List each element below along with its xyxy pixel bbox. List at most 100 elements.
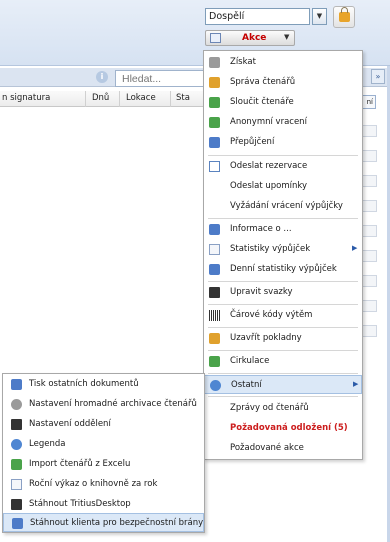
menu-item-requested-holds[interactable]: Požadovaná odložení (5) — [204, 419, 362, 438]
merge-readers-icon — [209, 97, 220, 108]
menu-item-label: Přepůjčení — [230, 137, 275, 147]
actions-menu: Získat Správa čtenářů Sloučit čtenáře An… — [203, 50, 363, 460]
readers-icon — [209, 77, 220, 88]
menu-item-circulation[interactable]: Cirkulace — [204, 352, 362, 371]
table-header: n signatura Dnů Lokace Sta — [0, 91, 206, 107]
actions-button-label: Akce — [242, 33, 267, 43]
submenu-item-annual-report[interactable]: Roční výkaz o knihovně za rok — [3, 475, 204, 494]
download-icon — [12, 518, 23, 529]
anonymous-return-icon — [209, 117, 220, 128]
submenu-item-label: Stáhnout klienta pro bezpečnostní brány — [30, 518, 204, 528]
menu-item-acquire[interactable]: Získat — [204, 53, 362, 72]
right-panel-row — [362, 150, 377, 162]
menu-item-label: Informace o ... — [230, 224, 292, 234]
menu-separator — [208, 373, 358, 374]
search-input[interactable] — [115, 70, 205, 87]
submenu-item-download-gate-client[interactable]: Stáhnout klienta pro bezpečnostní brány — [3, 513, 204, 532]
terminal-icon — [11, 499, 22, 510]
submenu-item-label: Nastavení oddělení — [29, 419, 111, 429]
menu-item-send-reminders[interactable]: Odeslat upomínky — [204, 177, 362, 196]
menu-item-anonymous-return[interactable]: Anonymní vracení — [204, 113, 362, 132]
menu-item-information[interactable]: Informace o ... — [204, 220, 362, 239]
right-panel-row — [362, 225, 377, 237]
menu-separator — [208, 396, 358, 397]
info-icon[interactable]: i — [96, 71, 108, 83]
menu-separator — [208, 327, 358, 328]
document-icon — [209, 244, 220, 255]
submenu-item-import-excel[interactable]: Import čtenářů z Excelu — [3, 455, 204, 474]
expand-right-button[interactable]: » — [371, 69, 385, 84]
submenu-item-department-settings[interactable]: Nastavení oddělení — [3, 415, 204, 434]
column-header-days[interactable]: Dnů — [92, 93, 109, 103]
home-icon — [11, 419, 22, 430]
edit-volumes-icon — [209, 287, 220, 298]
menu-item-barcodes[interactable]: Čárové kódy výtěm — [204, 306, 362, 325]
excel-icon — [11, 459, 22, 470]
right-panel-row — [362, 275, 377, 287]
right-panel-row — [362, 125, 377, 137]
menu-separator — [208, 350, 358, 351]
submenu-item-label: Roční výkaz o knihovně za rok — [29, 479, 158, 489]
submenu-item-print-documents[interactable]: Tisk ostatních dokumentů — [3, 375, 204, 394]
submenu-item-label: Import čtenářů z Excelu — [29, 459, 131, 469]
column-header-signature[interactable]: n signatura — [2, 93, 50, 103]
menu-item-label: Denní statistiky výpůjček — [230, 264, 337, 274]
submenu-item-archive-settings[interactable]: Nastavení hromadné archivace čtenářů — [3, 395, 204, 414]
menu-item-reader-messages[interactable]: Zprávy od čtenářů — [204, 399, 362, 418]
submenu-item-label: Legenda — [29, 439, 66, 449]
calendar-icon — [209, 264, 220, 275]
menu-item-readers[interactable]: Správa čtenářů — [204, 73, 362, 92]
menu-item-reloan[interactable]: Přepůjčení — [204, 133, 362, 152]
age-group-select[interactable]: Dospělí — [205, 8, 310, 25]
column-separator — [85, 91, 86, 107]
menu-separator — [208, 281, 358, 282]
column-header-status[interactable]: Sta — [176, 93, 190, 103]
submenu-item-label: Nastavení hromadné archivace čtenářů — [29, 399, 197, 409]
column-separator — [119, 91, 120, 107]
actions-button[interactable]: Akce ▼ — [205, 30, 295, 46]
menu-item-send-reservations[interactable]: Odeslat rezervace — [204, 157, 362, 176]
menu-item-label: Zprávy od čtenářů — [230, 403, 309, 413]
menu-item-label: Odeslat upomínky — [230, 181, 308, 191]
submenu-item-label: Tisk ostatních dokumentů — [29, 379, 139, 389]
submenu-arrow-icon: ▶ — [353, 380, 359, 388]
other-submenu: Tisk ostatních dokumentů Nastavení hroma… — [2, 373, 205, 533]
submenu-arrow-icon: ▶ — [352, 244, 358, 252]
menu-item-requested-actions[interactable]: Požadované akce — [204, 439, 362, 458]
menu-item-close-registers[interactable]: Uzavřít pokladny — [204, 329, 362, 348]
menu-item-loan-statistics[interactable]: Statistiky výpůjček ▶ — [204, 240, 362, 259]
menu-item-label: Čárové kódy výtěm — [230, 310, 313, 320]
lock-icon — [339, 7, 350, 22]
lock-button[interactable] — [333, 6, 355, 28]
acquire-icon — [209, 57, 220, 68]
menu-item-label: Cirkulace — [230, 356, 270, 366]
submenu-item-label: Stáhnout TritiusDesktop — [29, 499, 131, 509]
menu-separator — [208, 304, 358, 305]
barcode-icon — [209, 310, 220, 321]
reloan-icon — [209, 137, 220, 148]
menu-item-merge-readers[interactable]: Sloučit čtenáře — [204, 93, 362, 112]
menu-item-request-return[interactable]: Vyžádání vrácení výpůjčky — [204, 197, 362, 216]
column-separator — [170, 91, 171, 107]
mail-icon — [209, 161, 220, 172]
select-dropdown-button[interactable]: ▼ — [312, 8, 327, 25]
print-icon — [209, 224, 220, 235]
submenu-item-legend[interactable]: Legenda — [3, 435, 204, 454]
gear-icon — [11, 399, 22, 410]
menu-item-label: Sloučit čtenáře — [230, 97, 294, 107]
column-header-location[interactable]: Lokace — [126, 93, 156, 103]
menu-item-label: Požadovaná odložení (5) — [230, 423, 348, 433]
right-panel-row — [362, 200, 377, 212]
menu-item-label: Uzavřít pokladny — [230, 333, 302, 343]
help-icon — [11, 439, 22, 450]
circulation-icon — [209, 356, 220, 367]
menu-item-edit-volumes[interactable]: Upravit svazky — [204, 283, 362, 302]
menu-item-label: Získat — [230, 57, 256, 67]
menu-item-daily-statistics[interactable]: Denní statistiky výpůjček — [204, 260, 362, 279]
submenu-item-download-desktop[interactable]: Stáhnout TritiusDesktop — [3, 495, 204, 514]
menu-item-label: Statistiky výpůjček — [230, 244, 311, 254]
menu-separator — [208, 218, 358, 219]
right-panel-row — [362, 325, 377, 337]
menu-item-other[interactable]: Ostatní ▶ — [204, 375, 362, 394]
menu-separator — [208, 155, 358, 156]
